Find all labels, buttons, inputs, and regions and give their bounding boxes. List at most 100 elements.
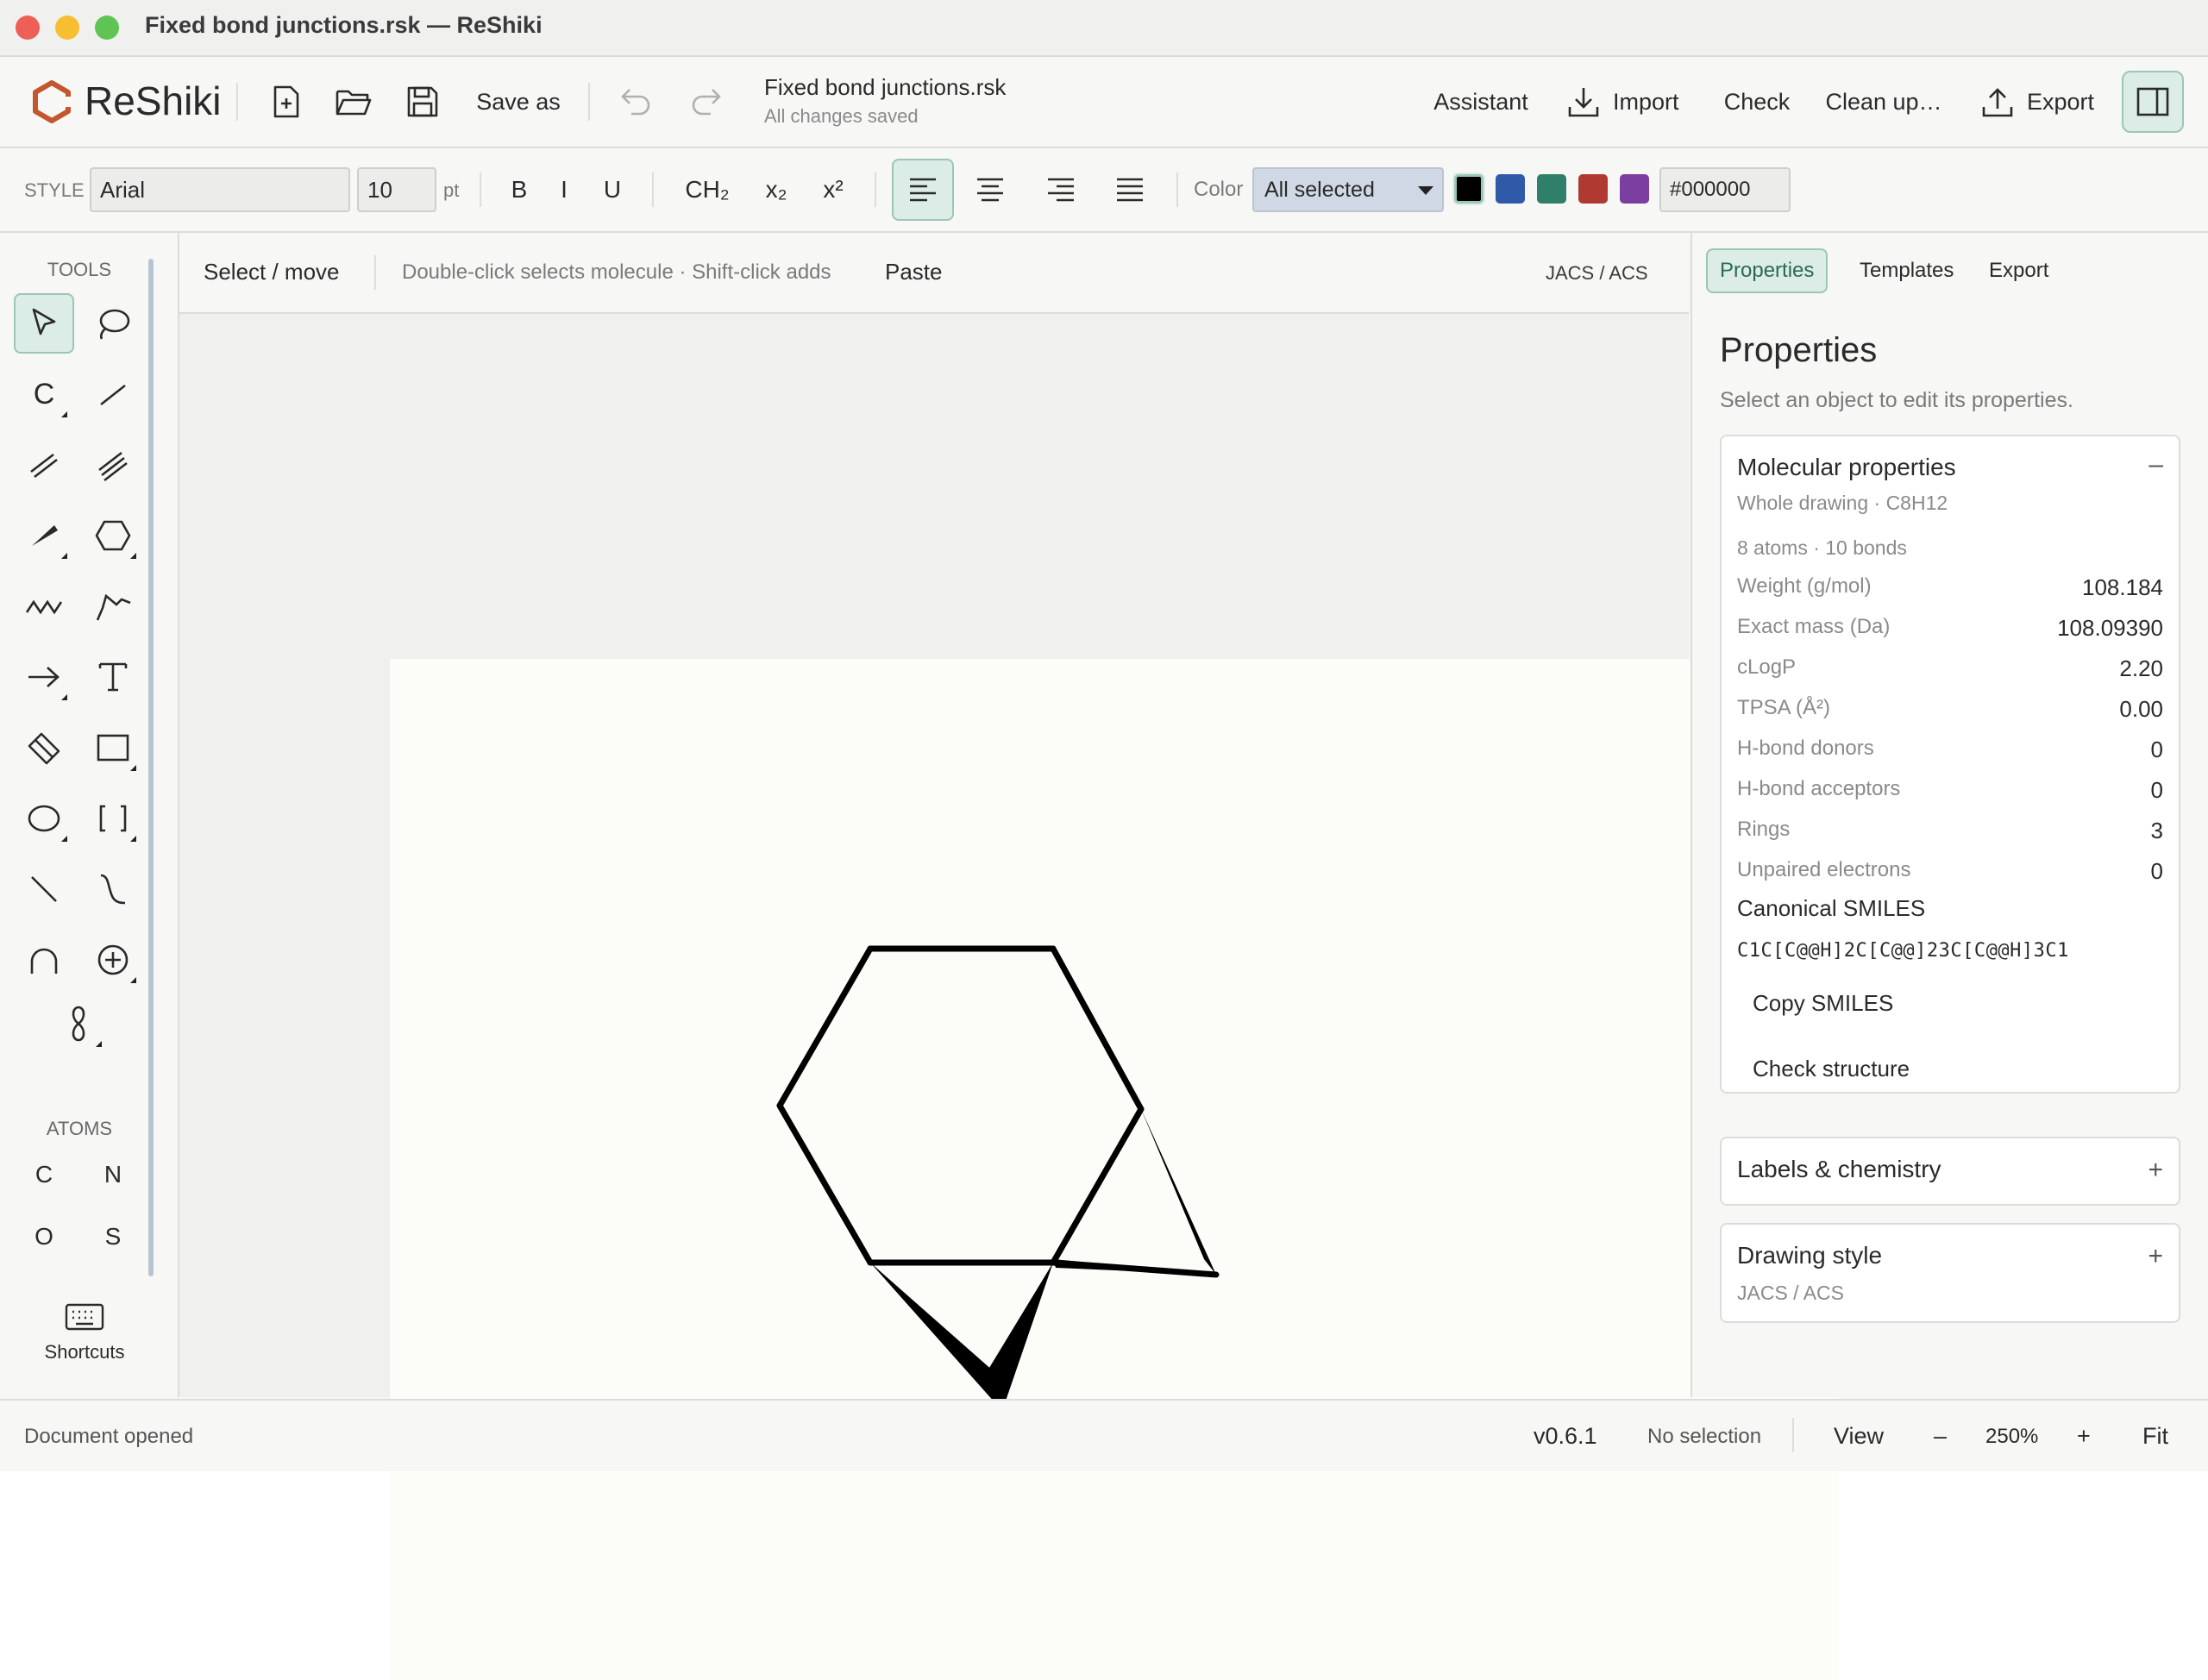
ring-tool[interactable] [83, 505, 143, 566]
color-swatch-black[interactable] [1452, 172, 1485, 205]
wedge-bond-tool[interactable] [14, 505, 74, 566]
font-family-input[interactable]: Arial [90, 167, 350, 212]
labels-chemistry-card[interactable]: Labels & chemistry + [1720, 1137, 2180, 1206]
subscript-button[interactable]: x₂ [756, 167, 797, 212]
atom-sulfur-button[interactable]: S [83, 1211, 143, 1263]
p-orbital-icon [72, 1006, 85, 1042]
bracket-tool[interactable] [83, 788, 143, 849]
atom-carbon-button[interactable]: C [14, 1149, 74, 1200]
underline-button[interactable]: U [595, 167, 630, 212]
line-tool[interactable] [14, 859, 74, 919]
bold-button[interactable]: B [502, 167, 536, 212]
color-swatch-blue[interactable] [1496, 174, 1525, 204]
justify-button[interactable] [1099, 167, 1161, 212]
eraser-tool[interactable] [14, 718, 74, 778]
carbon-chain-tool[interactable]: C [14, 364, 74, 424]
carbon-tool-label: C [33, 377, 55, 411]
save-button[interactable] [400, 79, 445, 124]
align-left-button[interactable] [892, 159, 954, 221]
fit-button[interactable]: Fit [2142, 1423, 2168, 1450]
expand-section-button[interactable]: + [2148, 1156, 2163, 1185]
charge-tool[interactable] [83, 930, 143, 990]
text-tool[interactable] [83, 647, 143, 707]
hex-color-input[interactable]: #000000 [1659, 167, 1791, 212]
color-swatch-red[interactable] [1578, 174, 1608, 204]
canvas-area[interactable] [179, 314, 1839, 1680]
select-tool[interactable] [14, 293, 74, 354]
superscript-button[interactable]: x² [812, 167, 854, 212]
assistant-button[interactable]: Assistant [1425, 79, 1537, 124]
shortcuts-button[interactable]: Shortcuts [26, 1302, 143, 1363]
wedge-bond-icon [32, 525, 58, 546]
undo-button[interactable] [614, 79, 659, 124]
color-scope-select[interactable]: All selected [1252, 167, 1444, 212]
drawing-style-card[interactable]: Drawing style + JACS / ACS [1720, 1223, 2180, 1323]
chemical-formula-button[interactable]: CH₂ [676, 167, 738, 212]
zoom-in-button[interactable]: + [2077, 1423, 2091, 1450]
rectangle-tool[interactable] [83, 718, 143, 778]
canonical-smiles-value: C1C[C@@H]2C[C@@]23C[C@@H]3C1 [1737, 940, 2069, 962]
property-key: Rings [1737, 818, 1791, 841]
ellipse-tool[interactable] [14, 788, 74, 849]
new-document-button[interactable] [264, 79, 309, 124]
import-button[interactable]: Import [1566, 79, 1692, 124]
expand-section-button[interactable]: + [2148, 1242, 2163, 1271]
orbital-tool[interactable] [14, 930, 74, 990]
zoom-window-button[interactable] [95, 16, 119, 40]
font-size-unit: pt [443, 179, 460, 201]
align-right-button[interactable] [1030, 167, 1092, 212]
bond [776, 1102, 874, 1266]
redo-button[interactable] [683, 79, 728, 124]
color-label: Color [1194, 178, 1244, 201]
arrow-tool[interactable] [14, 647, 74, 707]
style-label: STYLE [24, 179, 85, 201]
triple-bond-tool[interactable] [83, 435, 143, 495]
submenu-indicator-icon [96, 1041, 102, 1047]
double-bond-tool[interactable] [14, 435, 74, 495]
justify-icon [1117, 178, 1143, 202]
clean-up-button[interactable]: Clean up… [1823, 79, 1944, 124]
save-as-button[interactable]: Save as [473, 79, 564, 124]
export-button[interactable]: Export [1980, 79, 2101, 124]
font-size-input[interactable]: 10 [357, 167, 436, 212]
panel-subtitle: Select an object to edit its properties. [1720, 388, 2073, 412]
tab-properties[interactable]: Properties [1706, 248, 1828, 293]
view-menu-button[interactable]: View [1834, 1423, 1884, 1450]
divider [652, 172, 654, 207]
minimize-window-button[interactable] [55, 16, 79, 40]
close-window-button[interactable] [16, 16, 40, 40]
wedge-bond [870, 1263, 1002, 1411]
p-orbital-tool[interactable] [48, 994, 109, 1054]
property-value: 0.00 [2119, 696, 2163, 722]
color-swatch-purple[interactable] [1620, 174, 1649, 204]
double-bond-icon [30, 453, 58, 479]
chain-tool[interactable] [14, 576, 74, 636]
panel-title: Properties [1720, 331, 1878, 369]
drawing-page[interactable] [390, 659, 1839, 1680]
atom-nitrogen-button[interactable]: N [83, 1149, 143, 1200]
molecule-structure[interactable] [390, 659, 1839, 1680]
mode-hint: Double-click selects molecule · Shift-cl… [402, 260, 831, 284]
open-document-button[interactable] [331, 79, 376, 124]
italic-button[interactable]: I [549, 167, 580, 212]
atom-oxygen-button[interactable]: O [14, 1211, 74, 1263]
lasso-tool[interactable] [83, 293, 143, 354]
collapse-section-button[interactable]: – [2148, 450, 2163, 480]
zoom-out-button[interactable]: – [1934, 1423, 1947, 1450]
import-label: Import [1613, 88, 1679, 115]
single-bond-icon [100, 384, 126, 406]
align-center-button[interactable] [959, 167, 1021, 212]
card-title: Labels & chemistry [1737, 1156, 1941, 1182]
curve-tool[interactable] [83, 859, 143, 919]
paste-button[interactable]: Paste [885, 259, 943, 285]
single-bond-tool[interactable] [83, 364, 143, 424]
toggle-side-panel-button[interactable] [2122, 71, 2184, 133]
check-button[interactable]: Check [1718, 79, 1796, 124]
color-swatch-green[interactable] [1537, 174, 1566, 204]
eraser-icon [28, 732, 60, 765]
copy-smiles-button[interactable]: Copy SMILES [1753, 990, 1893, 1017]
tab-export[interactable]: Export [1977, 248, 2061, 293]
freehand-tool[interactable] [83, 576, 143, 636]
tab-templates[interactable]: Templates [1847, 248, 1966, 293]
check-structure-button[interactable]: Check structure [1753, 1056, 1910, 1082]
